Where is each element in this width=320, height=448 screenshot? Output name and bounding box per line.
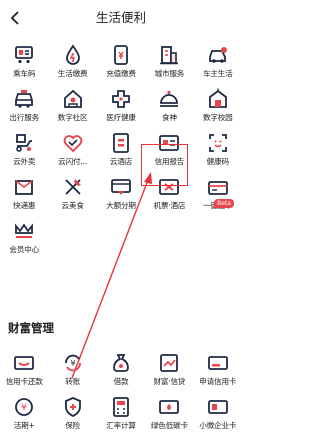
page-title: 生活便利 [95,10,146,25]
calculator-icon [110,396,132,418]
service-item[interactable]: 云闪付... [48,132,96,176]
service-item[interactable]: 车主生活 [194,44,242,88]
wealth-chart-icon [158,352,180,374]
wealth-item[interactable]: ¥ 活期+ [0,396,48,440]
home-icon [62,88,84,110]
wealth-label: 小微企业卡 [199,421,237,430]
wealth-item[interactable]: ¥ 转账 [48,352,96,396]
service-label: 城市服务 [154,69,185,78]
service-label: 充值缴费 [106,69,136,78]
service-item[interactable]: 一键查卡 [194,176,242,220]
taxi-icon [13,88,35,110]
wealth-item[interactable]: 借款 [97,352,145,396]
service-item[interactable]: 充值缴费 [97,44,145,88]
service-item[interactable]: 医疗健康 [97,88,145,132]
service-label: 快递惠 [13,201,36,210]
service-label: 云外卖 [13,157,36,166]
service-label: 大额分期 [106,201,136,210]
medical-cross-icon [110,88,132,110]
service-item[interactable]: 出行服务 [0,88,48,132]
wealth-label: 汇率计算 [106,421,136,430]
wealth-item[interactable]: 绿色低碳卡 [145,396,193,440]
health-code-icon [207,132,229,154]
green-card-icon [158,396,180,418]
card-search-icon [207,176,229,198]
service-item[interactable]: 数字校园 [194,88,242,132]
wealth-label: 借款 [113,377,129,386]
installment-card-icon [110,176,132,198]
service-label: 医疗健康 [106,113,136,122]
wealth-label: 活期+ [13,421,35,430]
wealth-grid: 信用卡还款 ¥ 转账 借款 财富·信贷 申请信用卡 ¥ 活期+ 保险 汇率计算 … [0,352,242,440]
service-label: 数字社区 [57,113,88,122]
service-item[interactable]: 云美食 [48,176,96,220]
wealth-label: 保险 [65,421,80,430]
service-label: 云美食 [61,201,84,210]
wealth-item[interactable]: 申请信用卡 [194,352,242,396]
service-label: 云酒店 [109,157,133,166]
credit-card-icon [13,352,35,374]
heart-icon [62,132,84,154]
phone-topup-icon [110,44,132,66]
city-building-icon [158,44,180,66]
service-item[interactable]: 云外卖 [0,132,48,176]
wealth-item[interactable]: 小微企业卡 [194,396,242,440]
service-item[interactable]: 健康码 [194,132,242,176]
apply-card-icon [207,352,229,374]
section-title: 财富管理 [8,321,54,335]
shield-plus-icon [62,396,84,418]
service-item[interactable]: 生活缴费 [48,44,96,88]
service-label: 数字校园 [202,113,233,122]
wealth-item[interactable]: 财富·信贷 [145,352,193,396]
wealth-label: 申请信用卡 [199,377,237,386]
service-label: 健康码 [206,157,229,166]
money-bag-icon [110,352,132,374]
svg-text:¥: ¥ [70,359,75,368]
service-label: 机票·酒店 [153,201,186,210]
bus-card-icon [13,44,35,66]
service-label: 食神 [161,113,177,122]
highlight-box [141,144,188,186]
school-icon [207,88,229,110]
car-icon [207,44,229,66]
wealth-label: 转账 [65,377,80,386]
dish-cover-icon [158,88,180,110]
wealth-item[interactable]: 信用卡还款 [0,352,48,396]
crown-icon [13,220,35,242]
current-deposit-icon: ¥ [13,396,35,418]
service-label: 生活缴费 [57,69,88,78]
service-item[interactable]: 大额分期 [97,176,145,220]
service-label: 车主生活 [202,69,233,78]
service-item[interactable]: 食神 [145,88,193,132]
hotel-icon [110,132,132,154]
business-card-icon [207,396,229,418]
service-label: 乘车码 [13,69,36,78]
cutlery-icon [62,176,84,198]
service-item[interactable]: 会员中心 [0,220,48,264]
wealth-label: 财富·信贷 [153,377,186,386]
service-item[interactable]: 云酒店 [97,132,145,176]
service-item[interactable]: 数字社区 [48,88,96,132]
svg-text:¥: ¥ [21,403,27,413]
wealth-item[interactable]: 汇率计算 [97,396,145,440]
service-label: 云闪付... [58,157,87,166]
top-bar: 生活便利 [0,0,242,36]
parcel-icon [13,176,35,198]
service-item[interactable]: 快递惠 [0,176,48,220]
service-label: 出行服务 [9,113,39,122]
wealth-label: 信用卡还款 [5,377,43,386]
wealth-label: 绿色低碳卡 [150,421,188,430]
service-item[interactable]: 城市服务 [145,44,193,88]
transfer-yuan-icon: ¥ [62,352,84,374]
water-drop-icon [62,44,84,66]
beta-badge: Beta [214,199,234,208]
service-item[interactable]: 乘车码 [0,44,48,88]
delivery-scooter-icon [13,132,35,154]
life-services-grid: 乘车码 生活缴费 充值缴费 城市服务 车主生活 出行服务 数字社区 医疗健康 食… [0,44,242,264]
wealth-item[interactable]: 保险 [48,396,96,440]
service-label: 会员中心 [9,245,39,254]
